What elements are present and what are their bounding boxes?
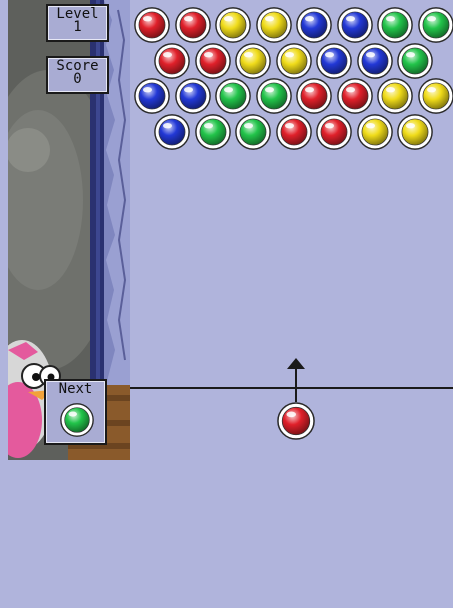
bubble-red — [316, 113, 353, 150]
bubble-green — [417, 7, 453, 43]
bubble-yellow — [356, 113, 393, 150]
bubble-grid — [0, 0, 453, 608]
bubble-red — [194, 42, 231, 79]
bubble-red — [336, 78, 373, 114]
bubble-blue — [154, 113, 191, 150]
bubble-red — [174, 7, 211, 43]
bubble-green — [255, 78, 292, 114]
bubble-green — [235, 113, 272, 150]
bubble-blue — [174, 78, 211, 114]
bubble-blue — [316, 42, 353, 79]
bubble-yellow — [235, 42, 272, 79]
game-board[interactable]: Level 1 Score 0 Next — [0, 0, 453, 608]
bubble-yellow — [417, 78, 453, 114]
bubble-blue — [134, 78, 170, 114]
bubble-red — [275, 113, 312, 150]
bubble-red — [134, 7, 170, 43]
bubble-blue — [336, 7, 373, 43]
bubble-green — [215, 78, 251, 114]
bubble-green — [397, 42, 434, 79]
bubble-green — [194, 113, 231, 150]
bubble-red — [154, 42, 191, 79]
bubble-red — [296, 78, 332, 114]
bubble-yellow — [215, 7, 251, 43]
bubble-yellow — [255, 7, 292, 43]
bubble-blue — [356, 42, 393, 79]
bubble-yellow — [397, 113, 434, 150]
bubble-green — [377, 7, 413, 43]
bubble-yellow — [275, 42, 312, 79]
bubble-blue — [296, 7, 332, 43]
current-bubble[interactable] — [277, 402, 315, 440]
bubble-yellow — [377, 78, 413, 114]
